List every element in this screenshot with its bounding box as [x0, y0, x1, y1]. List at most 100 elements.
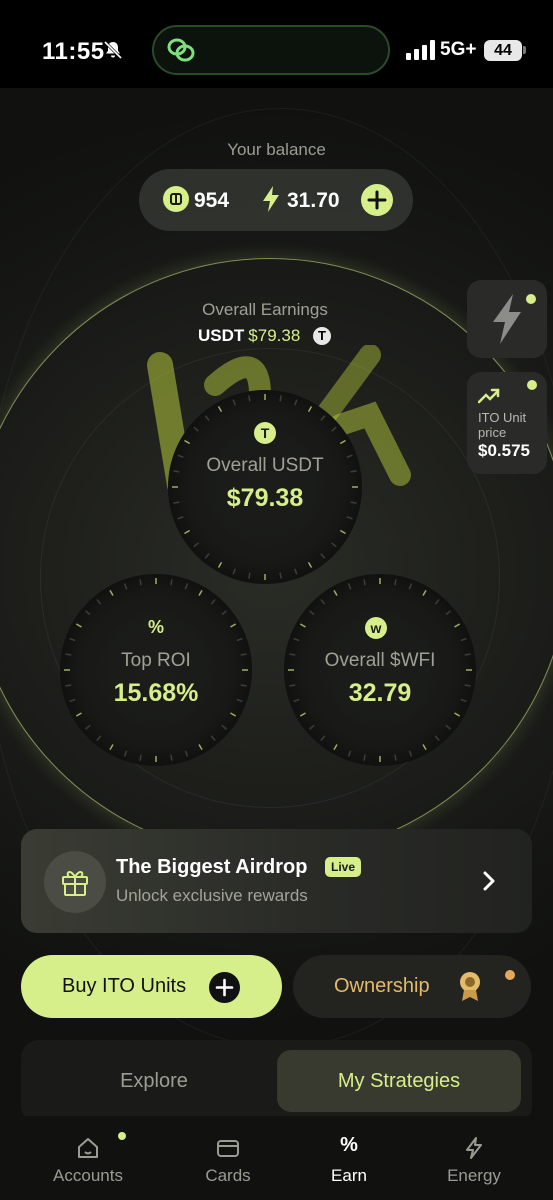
dial-tick — [193, 426, 199, 432]
dial-tick — [434, 735, 440, 741]
percent-icon: % — [340, 1134, 358, 1156]
notification-dot — [527, 380, 537, 390]
dial-usdt-value: $79.38 — [226, 484, 304, 512]
tether-icon: T — [313, 327, 331, 345]
dial-tick — [299, 712, 306, 717]
nav-accounts[interactable]: Accounts — [28, 1116, 148, 1200]
dial-tick — [331, 542, 337, 548]
plus-icon — [367, 190, 387, 210]
dial-tick — [170, 579, 173, 586]
dial-tick — [232, 399, 236, 406]
dial-tick — [230, 712, 237, 717]
battery-indicator: 44 — [484, 40, 522, 61]
nav-earn[interactable]: % Earn — [289, 1116, 409, 1200]
status-time: 11:55 — [42, 38, 105, 65]
dial-tick — [422, 589, 427, 596]
dial-tick — [85, 724, 91, 730]
dial-tick — [394, 754, 397, 761]
dial-tick — [408, 583, 413, 590]
medal-icon — [460, 972, 480, 1001]
dial-tick — [320, 599, 326, 605]
dial-tick — [210, 599, 216, 605]
dial-tick — [123, 583, 128, 590]
dial-tick — [394, 579, 397, 586]
coin-balance: 954 — [194, 189, 230, 212]
dial-usdt-label: Overall USDT — [206, 455, 324, 476]
ito-price-label: ITO Unit price — [478, 410, 527, 440]
percent-icon: % — [147, 617, 164, 637]
nav-energy[interactable]: Energy — [414, 1116, 534, 1200]
energy-boost-card[interactable] — [467, 280, 547, 358]
add-balance-button[interactable] — [361, 184, 393, 216]
notification-dot — [118, 1132, 126, 1140]
dial-tick — [307, 561, 313, 568]
trend-up-icon — [478, 388, 500, 404]
airdrop-subtitle: Unlock exclusive rewards — [116, 886, 308, 905]
dial-tick — [123, 750, 128, 757]
dynamic-island[interactable] — [152, 25, 390, 75]
ito-price-value: $0.575 — [478, 441, 530, 460]
dial-tick — [193, 542, 199, 548]
dial-tick — [236, 637, 243, 642]
nav-earn-label: Earn — [331, 1166, 367, 1185]
nav-energy-label: Energy — [447, 1166, 501, 1185]
coin-icon — [163, 186, 189, 212]
dial-tick — [139, 579, 142, 586]
dial-tick — [347, 750, 352, 757]
dial-tick — [363, 754, 366, 761]
tab-explore[interactable]: Explore — [36, 1050, 272, 1112]
energy-balance: 31.70 — [287, 189, 340, 212]
dial-tick — [320, 415, 326, 421]
dial-tick — [279, 395, 282, 402]
house-icon — [78, 1138, 98, 1158]
dial-tick — [454, 623, 461, 628]
nav-cards[interactable]: Cards — [168, 1116, 288, 1200]
earnings-amount: $79.38 — [248, 326, 301, 345]
network-type: 5G+ — [440, 39, 477, 60]
dial-tick — [294, 399, 298, 406]
dial-tick — [177, 516, 184, 520]
dial-tick — [248, 395, 251, 402]
live-badge: Live — [325, 857, 362, 877]
dial-tick — [445, 610, 451, 616]
dial-wfi-value: 32.79 — [348, 679, 412, 707]
dial-wfi-label: Overall $WFI — [324, 650, 436, 671]
ownership-label: Ownership — [334, 975, 430, 997]
dial-tick — [309, 724, 315, 730]
dial-tick — [204, 415, 210, 421]
dial-tick — [333, 744, 338, 751]
dial-tick — [96, 735, 102, 741]
card-icon — [217, 1140, 239, 1157]
status-bar: 11:55 5G+ 44 — [0, 0, 553, 88]
dial-tick — [307, 406, 313, 413]
dial-tick — [210, 735, 216, 741]
dial-tick — [217, 561, 223, 568]
plus-icon — [209, 972, 240, 1003]
bolt-icon — [263, 186, 279, 212]
dial-tick — [339, 529, 346, 535]
tab-my-strategies[interactable]: My Strategies — [277, 1050, 521, 1112]
tether-icon: T — [254, 422, 276, 444]
dial-tick — [204, 553, 210, 559]
dial-tick — [460, 637, 467, 642]
earnings-summary: USDT $79.38 — [198, 326, 300, 346]
dial-tick — [299, 623, 306, 628]
dial-tick — [422, 744, 427, 751]
battery-tip — [523, 46, 526, 54]
dial-tick — [339, 439, 346, 445]
buy-ito-units-label: Buy ITO Units — [62, 975, 187, 997]
dial-tick — [293, 637, 300, 642]
notification-dot — [526, 294, 536, 304]
dial-tick — [96, 599, 102, 605]
dial-tick — [139, 754, 142, 761]
airdrop-title: The Biggest Airdrop — [116, 856, 308, 878]
gift-icon — [62, 871, 88, 896]
nav-cards-label: Cards — [205, 1166, 251, 1185]
chevron-right-icon[interactable] — [480, 869, 498, 893]
dial-tick — [170, 754, 173, 761]
lightning-icon — [493, 294, 521, 344]
notification-dot — [505, 970, 515, 980]
dial-tick — [217, 406, 223, 413]
bolt-icon — [466, 1137, 482, 1159]
earnings-currency: USDT — [198, 326, 245, 345]
